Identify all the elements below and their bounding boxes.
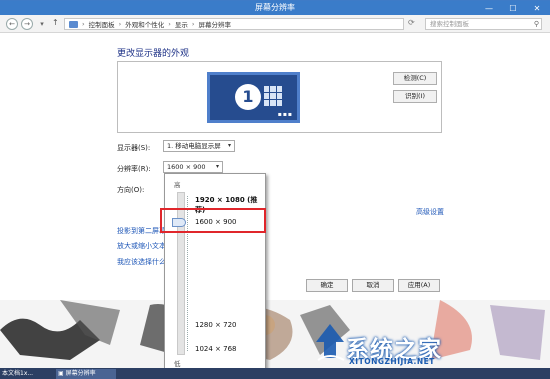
desktop-background (0, 300, 550, 368)
search-placeholder: 搜索控制面板 (430, 20, 469, 28)
taskbar-window-icon: ▣ (58, 370, 66, 377)
breadcrumb-separator-icon: › (191, 20, 195, 28)
breadcrumb-item[interactable]: 控制面板 (89, 19, 115, 29)
control-panel-icon (69, 20, 78, 28)
taskbar: 本文档1x... ▣ 屏幕分辨率 (0, 368, 550, 379)
back-arrow-icon[interactable]: ← (6, 18, 18, 30)
breadcrumb-item[interactable]: 外观和个性化 (125, 19, 164, 29)
display-label: 显示器(S): (117, 144, 151, 152)
wallpaper-art (0, 300, 550, 368)
detect-button[interactable]: 检测(C) (393, 72, 437, 85)
address-bar: ← → ▾ ↑ › 控制面板 › 外观和个性化 › 显示 › 屏幕分辨率 ⟳ 搜… (0, 15, 550, 33)
resolution-select[interactable]: 1600 × 900 ▾ (163, 161, 223, 173)
watermark-url: XITONGZHIJIA.NET (349, 357, 435, 366)
resolution-dropdown[interactable]: 高 1920 × 1080 (推荐) 1600 × 900 1280 × 720… (164, 173, 266, 373)
resolution-window: 屏幕分辨率 — ☐ ✕ ← → ▾ ↑ › 控制面板 › 外观和个性化 › 显示… (0, 0, 550, 300)
orientation-label: 方向(O): (117, 186, 145, 194)
breadcrumb-separator-icon: › (82, 20, 85, 28)
taskbar-item-active[interactable]: ▣ 屏幕分辨率 (56, 369, 116, 379)
resolution-option[interactable]: 1280 × 720 (195, 321, 237, 329)
refresh-icon[interactable]: ⟳ (408, 18, 415, 27)
display-select[interactable]: 1. 移动电脑显示屏 ▾ (163, 140, 235, 152)
forward-arrow-icon[interactable]: → (21, 18, 33, 30)
monitor-tile[interactable]: 1 ▪▪▪ (207, 72, 300, 123)
search-icon[interactable]: ⚲ (534, 19, 539, 29)
project-link[interactable]: 投影到第二屏幕 (117, 226, 166, 236)
taskbar-item[interactable]: 本文档1x... (0, 369, 52, 379)
apply-button[interactable]: 应用(A) (398, 279, 440, 292)
breadcrumb[interactable]: › 控制面板 › 外观和个性化 › 显示 › 屏幕分辨率 (64, 18, 404, 30)
display-select-value: 1. 移动电脑显示屏 (167, 142, 221, 150)
slider-high-label: 高 (174, 181, 181, 189)
advanced-settings-link[interactable]: 高级设置 (416, 207, 444, 217)
breadcrumb-item[interactable]: 显示 (175, 19, 188, 29)
resolution-label: 分辨率(R): (117, 165, 151, 173)
chevron-down-icon: ▾ (215, 163, 219, 170)
resolution-select-value: 1600 × 900 (167, 163, 206, 171)
page-title: 更改显示器的外观 (117, 49, 190, 59)
help-link[interactable]: 我应该选择什么 (117, 257, 166, 267)
watermark-logo-icon (316, 324, 345, 361)
close-icon[interactable]: ✕ (530, 2, 544, 14)
breadcrumb-item[interactable]: 屏幕分辨率 (198, 19, 231, 29)
dots-icon: ▪▪▪ (277, 111, 293, 118)
history-chevron-icon[interactable]: ▾ (36, 18, 48, 30)
taskbar-item-label: 屏幕分辨率 (65, 370, 96, 377)
monitor-number: 1 (235, 84, 261, 110)
text-size-link[interactable]: 放大或缩小文本 (117, 241, 166, 251)
identify-button[interactable]: 识别(I) (393, 90, 437, 103)
chevron-down-icon: ▾ (227, 142, 231, 149)
ok-button[interactable]: 确定 (306, 279, 348, 292)
start-grid-icon (264, 86, 282, 106)
window-title: 屏幕分辨率 (255, 3, 295, 12)
breadcrumb-separator-icon: › (118, 20, 122, 28)
slider-low-label: 低 (174, 360, 181, 368)
maximize-icon[interactable]: ☐ (506, 2, 520, 14)
breadcrumb-separator-icon: › (168, 20, 171, 28)
resolution-option[interactable]: 1024 × 768 (195, 345, 237, 353)
cancel-button[interactable]: 取消 (352, 279, 394, 292)
highlight-box (160, 208, 266, 233)
display-preview: 1 ▪▪▪ 检测(C) 识别(I) (117, 61, 442, 133)
search-input[interactable]: 搜索控制面板 ⚲ (425, 18, 542, 30)
up-arrow-icon[interactable]: ↑ (52, 18, 59, 27)
title-bar: 屏幕分辨率 — ☐ ✕ (0, 1, 550, 15)
minimize-icon[interactable]: — (482, 2, 496, 14)
